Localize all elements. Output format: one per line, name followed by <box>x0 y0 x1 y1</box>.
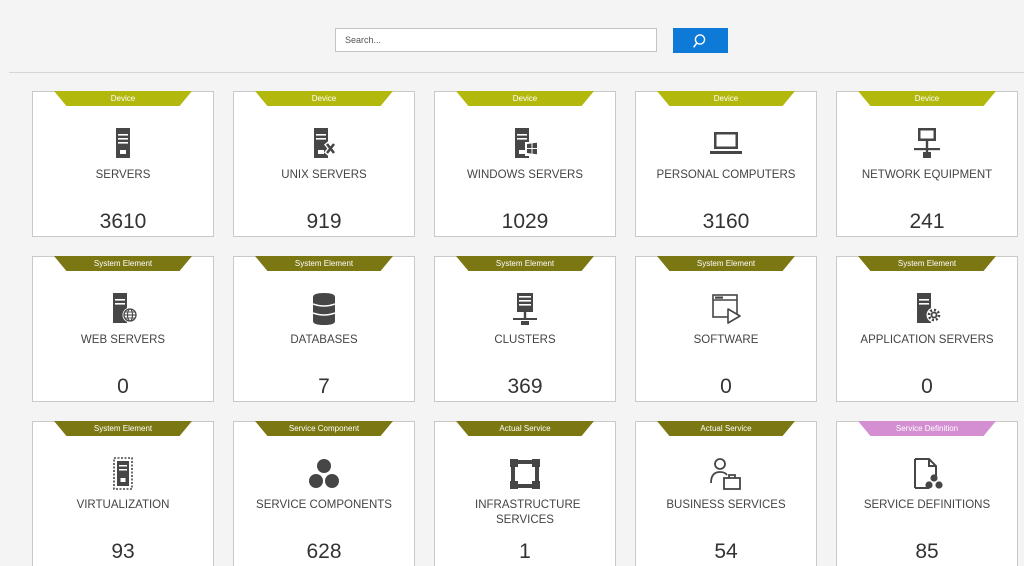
tile-service-definitions[interactable]: Service Definition SERVICE DEFINITIONS 8… <box>836 421 1018 566</box>
tile-tag: Actual Service <box>657 421 795 436</box>
tile-count: 1 <box>519 540 531 563</box>
search-button[interactable] <box>673 28 728 53</box>
tile-count: 628 <box>306 540 342 563</box>
web-server-icon <box>105 291 141 327</box>
tile-count: 93 <box>111 540 135 563</box>
service-definitions-icon <box>909 456 945 492</box>
tile-tag: Device <box>255 91 393 106</box>
tile-tag: Service Component <box>255 421 393 436</box>
tile-unix-servers[interactable]: Device UNIX SERVERS 919 <box>233 91 415 237</box>
cluster-icon <box>507 291 543 327</box>
tile-software[interactable]: System Element SOFTWARE 0 <box>635 256 817 402</box>
tile-service-components[interactable]: Service Component SERVICE COMPONENTS 628 <box>233 421 415 566</box>
unix-server-icon <box>306 126 342 162</box>
tile-title: SERVERS <box>95 169 151 181</box>
tile-tag: System Element <box>255 256 393 271</box>
tile-title: SERVICE COMPONENTS <box>256 499 392 511</box>
tile-count: 85 <box>915 540 939 563</box>
windows-server-icon <box>507 126 543 162</box>
tile-virtualization[interactable]: System Element VIRTUALIZATION 93 <box>32 421 214 566</box>
tile-title: VIRTUALIZATION <box>76 499 170 511</box>
application-server-icon <box>909 291 945 327</box>
tile-title: DATABASES <box>290 334 358 346</box>
virtualization-icon <box>105 456 141 492</box>
search-bar <box>9 11 1024 73</box>
tile-count: 241 <box>909 210 945 233</box>
tile-count: 3610 <box>99 210 147 233</box>
tile-tag: System Element <box>858 256 996 271</box>
tile-title: INFRASTRUCTURE SERVICES <box>475 499 581 526</box>
tile-title: NETWORK EQUIPMENT <box>861 169 993 181</box>
tile-count: 7 <box>318 375 330 398</box>
tile-tag: System Element <box>54 421 192 436</box>
tile-count: 3160 <box>702 210 750 233</box>
search-icon <box>692 33 705 48</box>
business-services-icon <box>708 456 744 492</box>
tile-count: 0 <box>720 375 732 398</box>
tile-tag: Device <box>54 91 192 106</box>
tile-count: 54 <box>714 540 738 563</box>
tile-title: UNIX SERVERS <box>281 169 367 181</box>
tile-title: BUSINESS SERVICES <box>666 499 786 511</box>
tile-tag: System Element <box>456 256 594 271</box>
tile-title: WINDOWS SERVERS <box>466 169 584 181</box>
tile-title: WEB SERVERS <box>80 334 166 346</box>
infrastructure-icon <box>507 456 543 492</box>
tile-network-equipment[interactable]: Device NETWORK EQUIPMENT 241 <box>836 91 1018 237</box>
tile-infrastructure-services[interactable]: Actual Service INFRASTRUCTURE SERVICES 1 <box>434 421 616 566</box>
tile-tag: Device <box>858 91 996 106</box>
tile-windows-servers[interactable]: Device WINDOWS SERVERS 1029 <box>434 91 616 237</box>
tile-tag: Device <box>657 91 795 106</box>
tile-title: PERSONAL COMPUTERS <box>656 169 796 181</box>
tile-tag: Actual Service <box>456 421 594 436</box>
tile-application-servers[interactable]: System Element APPLICATION SERVERS 0 <box>836 256 1018 402</box>
search-input[interactable] <box>335 28 657 52</box>
network-icon <box>909 126 945 162</box>
tile-count: 919 <box>306 210 342 233</box>
software-icon <box>708 291 744 327</box>
server-icon <box>105 126 141 162</box>
tile-title: CLUSTERS <box>494 334 556 346</box>
computer-icon <box>708 126 744 162</box>
tile-count: 0 <box>921 375 933 398</box>
tile-title: APPLICATION SERVERS <box>860 334 994 346</box>
tile-tag: System Element <box>54 256 192 271</box>
tile-title: SERVICE DEFINITIONS <box>863 499 991 511</box>
tile-tag: Service Definition <box>858 421 996 436</box>
tile-tag: System Element <box>657 256 795 271</box>
database-icon <box>306 291 342 327</box>
tile-servers[interactable]: Device SERVERS 3610 <box>32 91 214 237</box>
tile-count: 0 <box>117 375 129 398</box>
tile-personal-computers[interactable]: Device PERSONAL COMPUTERS 3160 <box>635 91 817 237</box>
tile-web-servers[interactable]: System Element WEB SERVERS 0 <box>32 256 214 402</box>
service-components-icon <box>306 456 342 492</box>
tile-business-services[interactable]: Actual Service BUSINESS SERVICES 54 <box>635 421 817 566</box>
tile-databases[interactable]: System Element DATABASES 7 <box>233 256 415 402</box>
tile-title: SOFTWARE <box>693 334 759 346</box>
tile-clusters[interactable]: System Element CLUSTERS 369 <box>434 256 616 402</box>
tile-count: 369 <box>507 375 543 398</box>
tile-count: 1029 <box>501 210 549 233</box>
tile-tag: Device <box>456 91 594 106</box>
